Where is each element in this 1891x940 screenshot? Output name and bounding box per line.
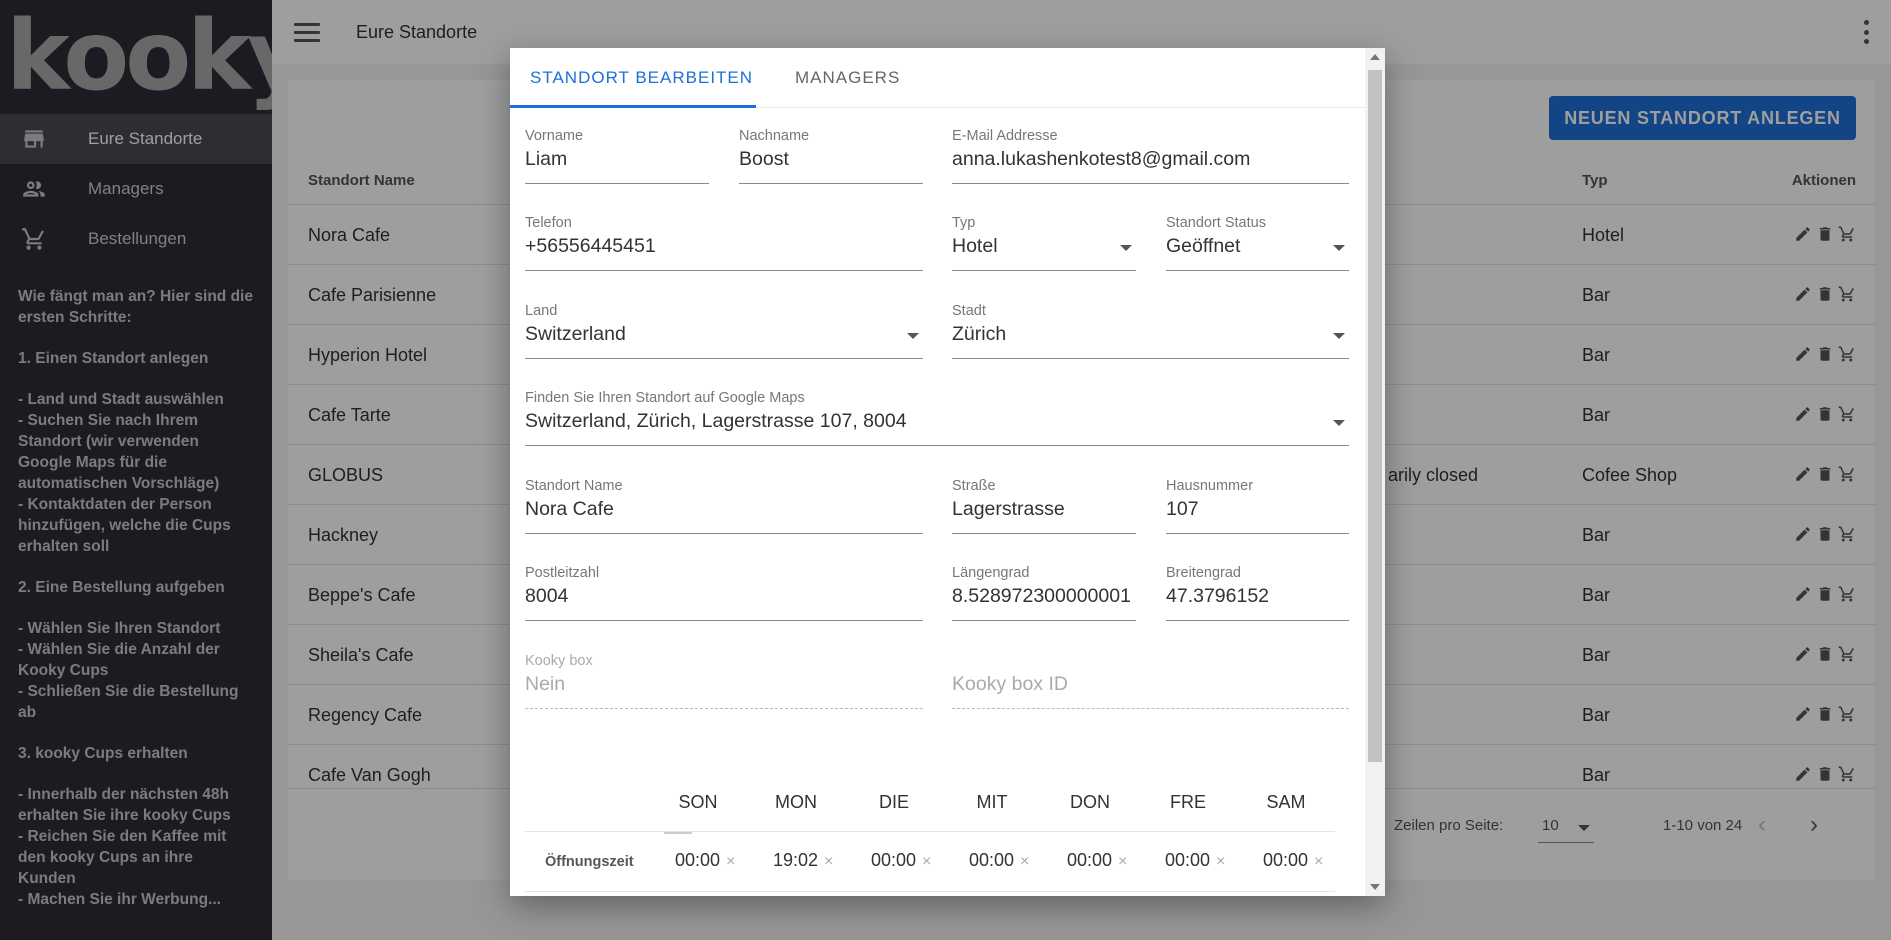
opening-hours-header: SON MON DIE MIT DON FRE SAM — [525, 776, 1335, 832]
opening-hours-label: Öffnungszeit — [545, 854, 634, 870]
land-value: Switzerland — [525, 323, 626, 345]
time-mon[interactable]: 19:02 × — [773, 850, 833, 871]
opening-hours-row: Öffnungszeit 00:00 × 19:02 × 00:00 × 00:00 ×… — [525, 832, 1335, 892]
dialog-tabs: STANDORT BEARBEITEN MANAGERS — [510, 48, 1365, 108]
email-field[interactable]: E-Mail Addresse anna.lukashenkotest8@gma… — [952, 128, 1349, 184]
stadt-value: Zürich — [952, 323, 1007, 345]
clear-icon[interactable]: × — [1118, 853, 1127, 870]
chevron-down-icon — [1333, 420, 1345, 426]
time-die[interactable]: 00:00 × — [871, 850, 931, 871]
breitengrad-field[interactable]: Breitengrad 47.3796152 — [1166, 565, 1349, 621]
time-value: 00:00 — [969, 850, 1015, 870]
google-maps-search[interactable]: Finden Sie Ihren Standort auf Google Map… — [525, 390, 1349, 446]
stadt-select[interactable]: Stadt Zürich — [952, 303, 1349, 359]
scroll-thumb[interactable] — [1368, 70, 1382, 762]
time-value: 00:00 — [1165, 850, 1211, 870]
time-value: 00:00 — [1263, 850, 1309, 870]
time-don[interactable]: 00:00 × — [1067, 850, 1127, 871]
land-label: Land — [525, 303, 558, 319]
standort-status-select[interactable]: Standort Status Geöffnet — [1166, 215, 1349, 271]
time-mit[interactable]: 00:00 × — [969, 850, 1029, 871]
maps-value: Switzerland, Zürich, Lagerstrasse 107, 8… — [525, 410, 907, 432]
tab-standort-bearbeiten[interactable]: STANDORT BEARBEITEN — [530, 68, 753, 88]
day-don: DON — [1070, 792, 1110, 812]
postleitzahl-field[interactable]: Postleitzahl 8004 — [525, 565, 923, 621]
dialog-scrollbar[interactable] — [1365, 48, 1385, 896]
active-tab-indicator — [510, 105, 756, 108]
vorname-value: Liam — [525, 148, 568, 170]
kooky-box-id-field: Kooky box ID — [952, 653, 1349, 709]
day-die: DIE — [878, 792, 909, 812]
breitengrad-value: 47.3796152 — [1166, 585, 1270, 607]
status-label: Standort Status — [1166, 215, 1266, 231]
kooky-box-id-placeholder: Kooky box ID — [952, 673, 1068, 695]
email-label: E-Mail Addresse — [952, 128, 1058, 144]
plz-value: 8004 — [525, 585, 569, 607]
breitengrad-label: Breitengrad — [1166, 565, 1241, 581]
day-son: SON — [678, 792, 718, 812]
hours-divider — [664, 832, 692, 834]
time-sam[interactable]: 00:00 × — [1263, 850, 1323, 871]
chevron-down-icon — [1333, 333, 1345, 339]
vorname-label: Vorname — [525, 128, 584, 144]
clear-icon[interactable]: × — [1020, 853, 1029, 870]
laengengrad-label: Längengrad — [952, 565, 1030, 581]
strasse-field[interactable]: Straße Lagerstrasse — [952, 478, 1136, 534]
standort-name-label: Standort Name — [525, 478, 623, 494]
day-sam: SAM — [1266, 792, 1306, 812]
chevron-down-icon — [1333, 245, 1345, 251]
standort-name-field[interactable]: Standort Name Nora Cafe — [525, 478, 923, 534]
edit-standort-dialog: STANDORT BEARBEITEN MANAGERS Vorname Lia… — [510, 48, 1385, 896]
telefon-label: Telefon — [525, 215, 572, 231]
hausnummer-label: Hausnummer — [1166, 478, 1254, 494]
hausnummer-field[interactable]: Hausnummer 107 — [1166, 478, 1349, 534]
day-mit: MIT — [976, 792, 1008, 812]
clear-icon[interactable]: × — [824, 853, 833, 870]
time-value: 00:00 — [871, 850, 917, 870]
day-mon: MON — [775, 792, 817, 812]
clear-icon[interactable]: × — [1314, 853, 1323, 870]
scroll-down-arrow-icon[interactable] — [1370, 884, 1380, 890]
standort-name-value: Nora Cafe — [525, 498, 614, 520]
time-value: 00:00 — [1067, 850, 1113, 870]
laengengrad-value: 8.528972300000001 — [952, 585, 1131, 607]
time-value: 19:02 — [773, 850, 819, 870]
tab-managers[interactable]: MANAGERS — [795, 68, 900, 88]
strasse-value: Lagerstrasse — [952, 498, 1065, 520]
nachname-label: Nachname — [739, 128, 810, 144]
maps-label: Finden Sie Ihren Standort auf Google Map… — [525, 390, 805, 406]
email-value: anna.lukashenkotest8@gmail.com — [952, 148, 1251, 170]
stadt-label: Stadt — [952, 303, 986, 319]
vorname-field[interactable]: Vorname Liam — [525, 128, 709, 184]
typ-value: Hotel — [952, 235, 998, 257]
nachname-field[interactable]: Nachname Boost — [739, 128, 923, 184]
plz-label: Postleitzahl — [525, 565, 600, 581]
telefon-field[interactable]: Telefon +56556445451 — [525, 215, 923, 271]
strasse-label: Straße — [952, 478, 996, 494]
typ-label: Typ — [952, 215, 976, 231]
time-son[interactable]: 00:00 × — [675, 850, 735, 871]
kooky-box-field: Kooky box Nein — [525, 653, 923, 709]
clear-icon[interactable]: × — [726, 853, 735, 870]
clear-icon[interactable]: × — [1216, 853, 1225, 870]
time-fre[interactable]: 00:00 × — [1165, 850, 1225, 871]
scroll-up-arrow-icon[interactable] — [1370, 54, 1380, 60]
kooky-box-label: Kooky box — [525, 653, 593, 669]
telefon-value: +56556445451 — [525, 235, 656, 257]
chevron-down-icon — [907, 333, 919, 339]
typ-select[interactable]: Typ Hotel — [952, 215, 1136, 271]
time-value: 00:00 — [675, 850, 721, 870]
laengengrad-field[interactable]: Längengrad 8.528972300000001 — [952, 565, 1136, 621]
chevron-down-icon — [1120, 245, 1132, 251]
hausnummer-value: 107 — [1166, 498, 1199, 520]
nachname-value: Boost — [739, 148, 789, 170]
clear-icon[interactable]: × — [922, 853, 931, 870]
land-select[interactable]: Land Switzerland — [525, 303, 923, 359]
status-value: Geöffnet — [1166, 235, 1241, 257]
kooky-box-value: Nein — [525, 673, 566, 695]
day-fre: FRE — [1170, 792, 1206, 812]
